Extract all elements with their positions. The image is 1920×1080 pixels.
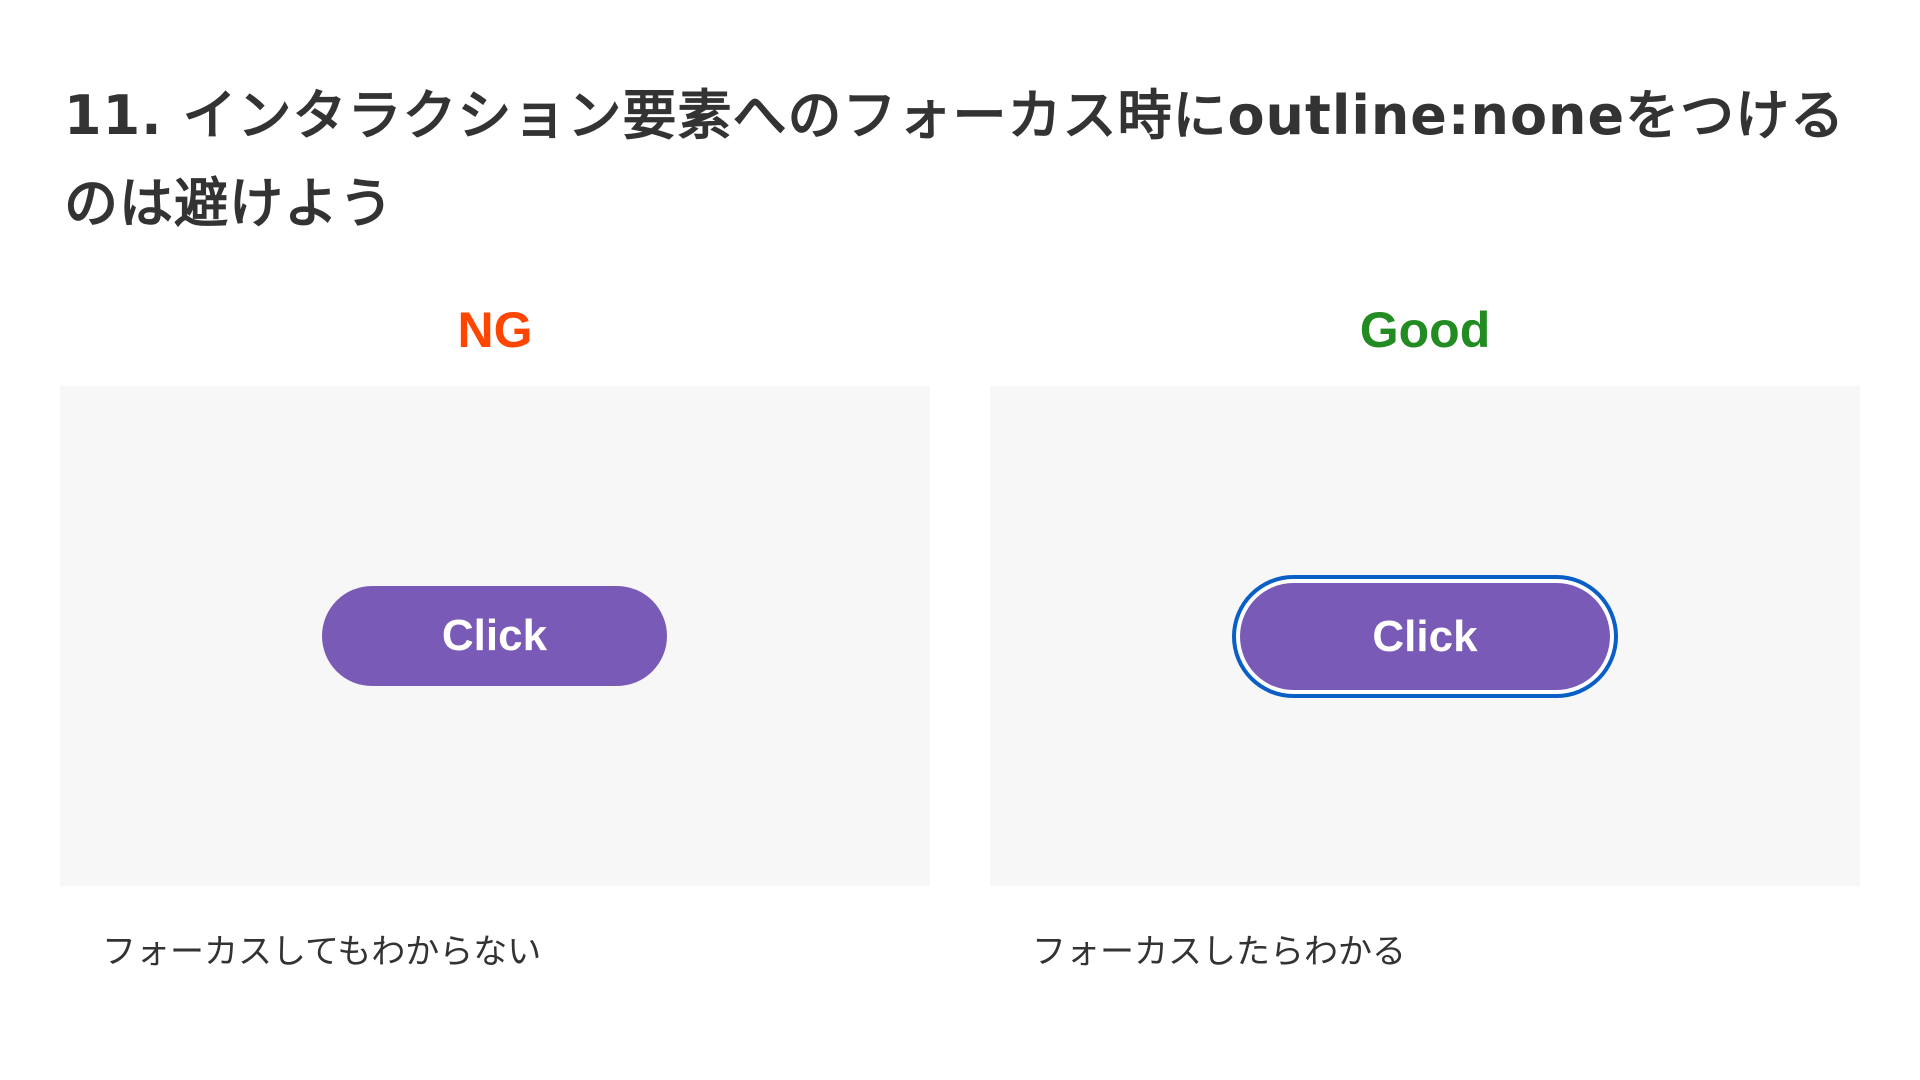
page-title: 11. インタラクション要素へのフォーカス時にoutline:noneをつけるの… bbox=[64, 84, 1846, 235]
good-example: Good Click フォーカスしたらわかる bbox=[990, 290, 1860, 972]
good-label: Good bbox=[1359, 302, 1491, 358]
good-demo-panel: Click bbox=[990, 386, 1860, 886]
good-caption: フォーカスしたらわかる bbox=[1032, 932, 1406, 972]
good-click-button-focused[interactable]: Click bbox=[1240, 583, 1610, 690]
ng-caption: フォーカスしてもわからない bbox=[102, 932, 542, 972]
ng-demo-panel: Click bbox=[60, 386, 930, 886]
ng-click-button[interactable]: Click bbox=[322, 586, 667, 686]
ng-example: NG Click フォーカスしてもわからない bbox=[60, 290, 930, 972]
ng-label: NG bbox=[457, 302, 533, 358]
